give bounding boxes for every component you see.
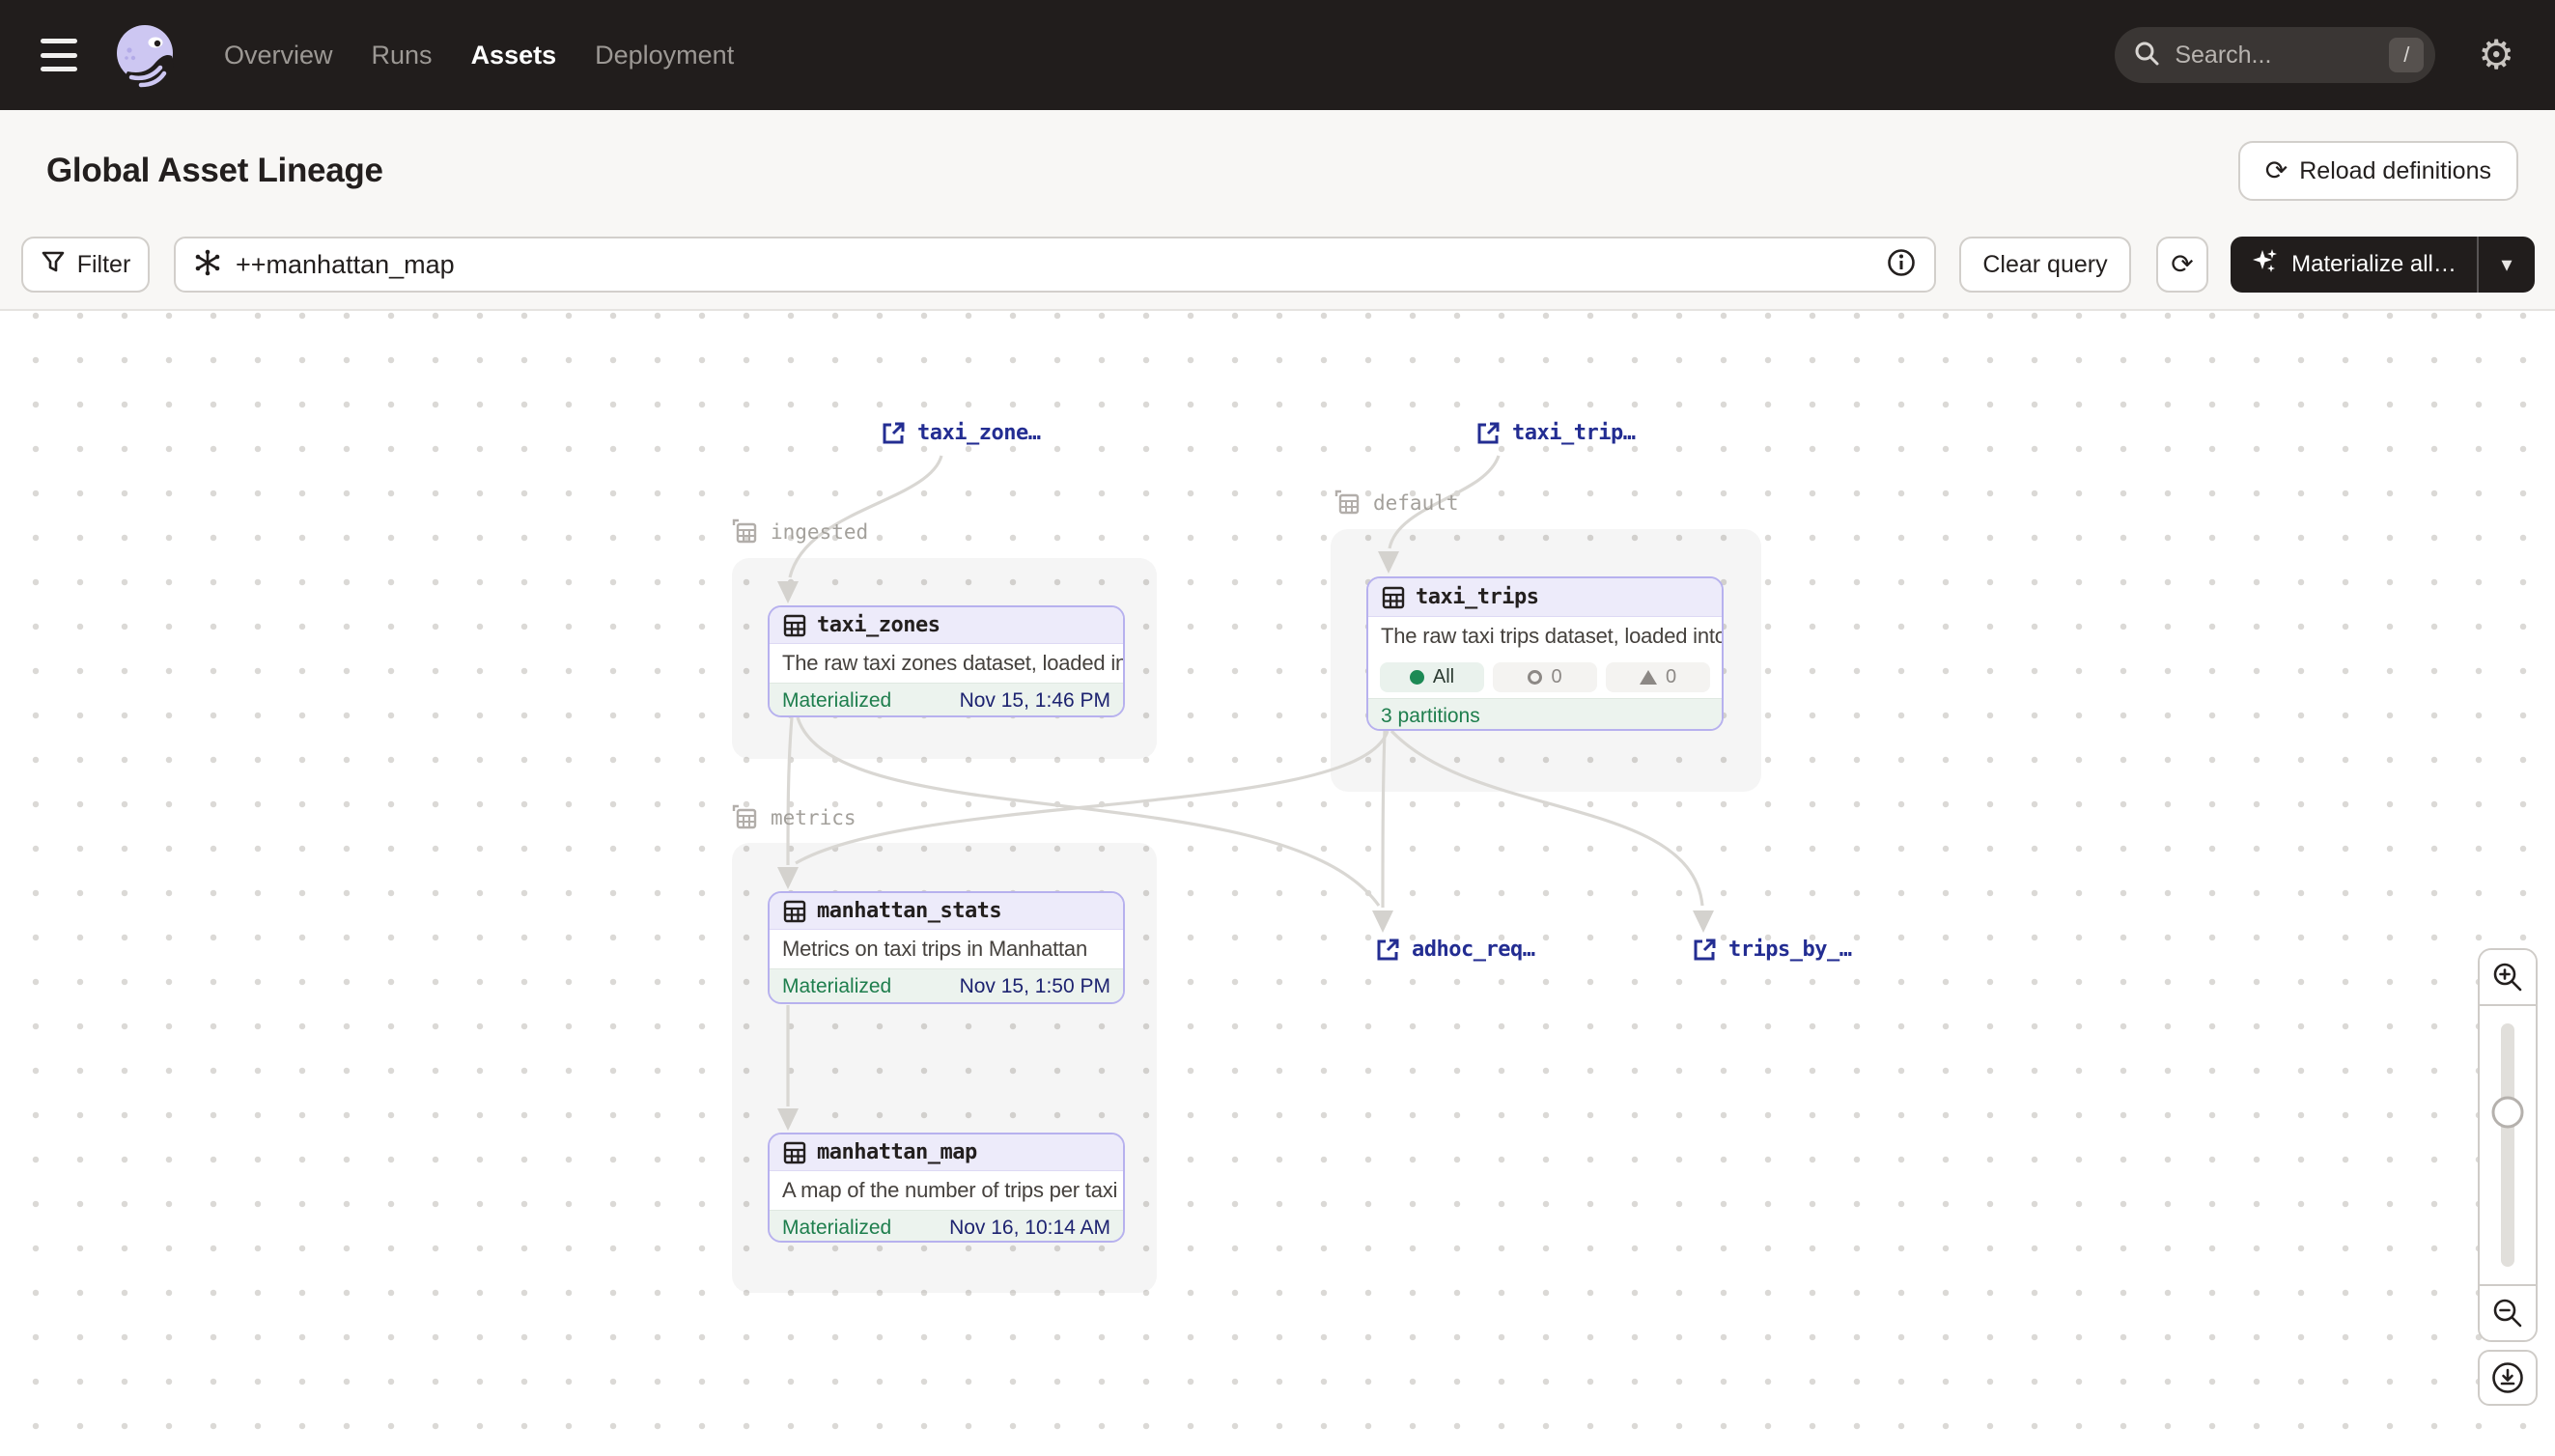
partitions-failed-pill[interactable]: 0	[1606, 662, 1710, 692]
materialized-status: Materialized	[782, 1217, 891, 1240]
nav-item-deployment[interactable]: Deployment	[595, 41, 734, 70]
op-selector-icon	[193, 248, 222, 282]
download-graph-button[interactable]	[2478, 1350, 2538, 1406]
asset-selection-value: ++manhattan_map	[236, 250, 1886, 280]
lineage-edges	[0, 311, 2555, 1456]
asset-selection-input[interactable]: ++manhattan_map	[174, 237, 1936, 293]
asset-node-manhattan-stats[interactable]: manhattan_stats Metrics on taxi trips in…	[768, 891, 1125, 1004]
asset-description: Metrics on taxi trips in Manhattan	[770, 930, 1123, 968]
refresh-icon: ⟳	[2265, 157, 2288, 184]
external-asset-taxi-zone[interactable]: taxi_zone…	[881, 420, 1040, 446]
zoom-slider-track[interactable]	[2501, 1023, 2514, 1267]
asset-name: taxi_trips	[1416, 585, 1538, 609]
search-placeholder: Search...	[2175, 42, 2389, 70]
zoom-panel	[2478, 948, 2538, 1342]
table-icon	[782, 1140, 807, 1165]
table-icon	[782, 613, 807, 638]
success-dot-icon	[1410, 670, 1424, 685]
lineage-toolbar: Filter ++manhattan_map Clear query ⟳	[0, 232, 2555, 311]
zoom-in-button[interactable]	[2480, 950, 2536, 1004]
zoom-slider[interactable]	[2480, 1004, 2536, 1286]
external-link-icon	[881, 420, 907, 446]
group-label-metrics[interactable]: metrics	[730, 803, 856, 832]
materialized-timestamp: Nov 16, 10:14 AM	[949, 1217, 1110, 1240]
external-link-icon	[1692, 937, 1718, 963]
group-label-default[interactable]: default	[1333, 489, 1459, 518]
partition-health-row: All 0 0	[1368, 656, 1722, 698]
warning-triangle-icon	[1640, 670, 1657, 685]
asset-name: manhattan_stats	[817, 899, 1001, 923]
asset-node-taxi-trips[interactable]: taxi_trips The raw taxi trips dataset, l…	[1366, 576, 1724, 731]
filter-button[interactable]: Filter	[21, 237, 150, 293]
page-header: Global Asset Lineage ⟳ Reload definition…	[0, 110, 2555, 232]
external-asset-trips-by[interactable]: trips_by_…	[1692, 937, 1851, 963]
nav-item-overview[interactable]: Overview	[224, 41, 333, 70]
asset-description: The raw taxi trips dataset, loaded into …	[1368, 617, 1722, 656]
table-icon	[1381, 585, 1406, 610]
reload-definitions-button[interactable]: ⟳ Reload definitions	[2238, 141, 2518, 201]
asset-description: The raw taxi zones dataset, loaded int..…	[770, 644, 1123, 683]
asset-name: taxi_zones	[817, 613, 940, 637]
page-title: Global Asset Lineage	[46, 152, 383, 190]
search-icon	[2132, 39, 2161, 72]
dagster-logo-icon[interactable]	[112, 21, 180, 89]
materialize-all-button[interactable]: Materialize all…	[2231, 237, 2477, 293]
table-icon	[782, 899, 807, 924]
refresh-icon: ⟳	[2171, 251, 2193, 278]
external-asset-adhoc-req[interactable]: adhoc_req…	[1375, 937, 1534, 963]
lineage-canvas[interactable]: ingested default metrics taxi_zone… taxi…	[0, 311, 2555, 1456]
partitions-count: 3 partitions	[1381, 705, 1480, 728]
menu-icon[interactable]	[41, 39, 85, 71]
external-asset-taxi-trip[interactable]: taxi_trip…	[1475, 420, 1635, 446]
group-grid-icon	[1333, 489, 1362, 518]
funnel-icon	[41, 249, 66, 281]
search-input[interactable]: Search... /	[2115, 27, 2435, 83]
group-label-ingested[interactable]: ingested	[730, 518, 868, 546]
refresh-graph-button[interactable]: ⟳	[2156, 237, 2208, 293]
group-grid-icon	[730, 518, 759, 546]
materialized-status: Materialized	[782, 689, 891, 713]
settings-gear-icon[interactable]: ⚙	[2478, 35, 2514, 75]
nav-item-assets[interactable]: Assets	[471, 41, 557, 70]
asset-node-manhattan-map[interactable]: manhattan_map A map of the number of tri…	[768, 1133, 1125, 1243]
partitions-all-pill[interactable]: All	[1380, 662, 1484, 692]
materialized-timestamp: Nov 15, 1:46 PM	[960, 689, 1110, 713]
group-grid-icon	[730, 803, 759, 832]
top-nav: Overview Runs Assets Deployment Search..…	[0, 0, 2555, 110]
external-link-icon	[1375, 937, 1401, 963]
asset-description: A map of the number of trips per taxi z.…	[770, 1171, 1123, 1210]
zoom-out-button[interactable]	[2480, 1286, 2536, 1340]
asset-node-taxi-zones[interactable]: taxi_zones The raw taxi zones dataset, l…	[768, 605, 1125, 717]
materialized-status: Materialized	[782, 975, 891, 998]
info-icon[interactable]	[1886, 247, 1917, 283]
search-shortcut-badge: /	[2389, 38, 2424, 72]
asset-name: manhattan_map	[817, 1140, 977, 1164]
primary-nav: Overview Runs Assets Deployment	[224, 41, 734, 70]
nav-item-runs[interactable]: Runs	[372, 41, 433, 70]
external-link-icon	[1475, 420, 1502, 446]
materialize-all-split-button: Materialize all… ▾	[2231, 237, 2535, 293]
materialize-dropdown-caret[interactable]: ▾	[2479, 237, 2535, 293]
sparkle-icon	[2251, 247, 2280, 283]
zoom-slider-handle[interactable]	[2492, 1097, 2524, 1129]
missing-ring-icon	[1528, 670, 1542, 685]
materialized-timestamp: Nov 15, 1:50 PM	[960, 975, 1110, 998]
partitions-missing-pill[interactable]: 0	[1493, 662, 1597, 692]
clear-query-button[interactable]: Clear query	[1959, 237, 2131, 293]
